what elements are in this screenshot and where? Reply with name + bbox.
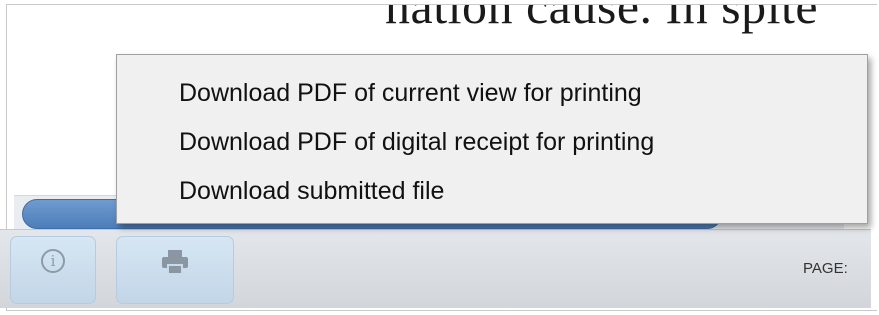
menu-item-download-submitted-file[interactable]: Download submitted file	[179, 177, 444, 206]
info-button[interactable]: i	[10, 236, 96, 304]
page-label: PAGE:	[803, 260, 848, 277]
download-menu: Download PDF of current view for printin…	[116, 54, 868, 224]
menu-item-download-current-view[interactable]: Download PDF of current view for printin…	[179, 79, 642, 108]
menu-item-download-digital-receipt[interactable]: Download PDF of digital receipt for prin…	[179, 128, 654, 157]
info-icon: i	[41, 249, 65, 273]
print-button[interactable]	[116, 236, 234, 304]
document-text: nation cause. In spite	[385, 5, 819, 34]
printer-icon	[161, 249, 189, 280]
